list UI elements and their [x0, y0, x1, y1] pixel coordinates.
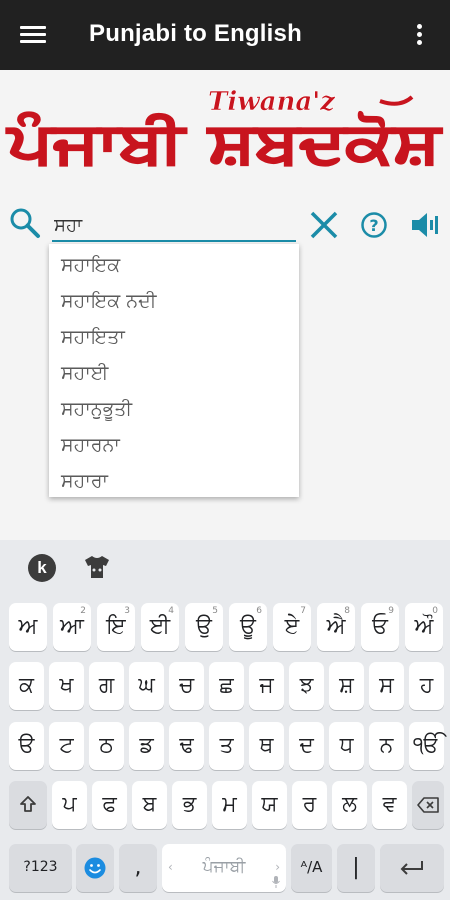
key[interactable]: ਯ [252, 781, 287, 829]
key[interactable]: ਕ [9, 662, 44, 710]
key[interactable]: 5ਉ [185, 603, 223, 651]
comma-key[interactable]: , [119, 844, 157, 892]
key[interactable]: ਰ [292, 781, 327, 829]
backspace-icon [417, 797, 439, 813]
space-bar-label: ਪੰਜਾਬੀ [202, 857, 246, 877]
svg-text:?: ? [369, 216, 378, 235]
key[interactable]: ਲ [332, 781, 367, 829]
key[interactable]: ਤ [209, 722, 244, 770]
suggestion-item[interactable]: ਸਹਾਰਨਾ [49, 427, 299, 463]
key[interactable]: ਡ [129, 722, 164, 770]
language-switch-key[interactable]: ᴬ/A [291, 844, 332, 892]
key[interactable]: ਚ [169, 662, 204, 710]
key[interactable]: 6ਊ [229, 603, 267, 651]
key[interactable]: ਅ [9, 603, 47, 651]
enter-key[interactable] [380, 844, 444, 892]
keyboard: k ਅ 2ਆ 3ਇ 4ਈ 5ਉ 6ਊ 7ਏ 8ਐ 9ਓ 0ਔ ਕ ਖ ਗ ਘ ਚ… [0, 540, 450, 900]
space-bar[interactable]: ‹ ਪੰਜਾਬੀ › [162, 844, 286, 892]
key[interactable]: 4ਈ [141, 603, 179, 651]
key[interactable]: ਗ [89, 662, 124, 710]
enter-icon [400, 861, 423, 875]
app-logo: Tiwana'z ਪੰਜਾਬੀ ਸ਼ਬਦਕੋਸ਼ [5, 87, 444, 177]
hamburger-menu-icon[interactable] [20, 26, 46, 46]
key[interactable]: ਠ [89, 722, 124, 770]
key[interactable]: ਸ [369, 662, 404, 710]
shift-key[interactable] [9, 781, 47, 829]
key[interactable]: ਬ [132, 781, 167, 829]
mic-icon [272, 876, 280, 888]
key[interactable]: 3ਇ [97, 603, 135, 651]
emoji-icon [84, 857, 106, 879]
emoji-key[interactable] [76, 844, 114, 892]
key[interactable]: ੴ [409, 722, 444, 770]
suggestion-item[interactable]: ਸਹਾਨੁਭੂਤੀ [49, 391, 299, 427]
key[interactable]: ਢ [169, 722, 204, 770]
key[interactable]: ਖ [49, 662, 84, 710]
key[interactable]: ਨ [369, 722, 404, 770]
app-bar: Punjabi to English [0, 0, 450, 70]
keyboard-logo-icon[interactable]: k [28, 554, 56, 582]
key[interactable]: ਪ [52, 781, 87, 829]
suggestion-item[interactable]: ਸਹਾਰਾ [49, 463, 299, 499]
key[interactable]: ਟ [49, 722, 84, 770]
key[interactable]: ਛ [209, 662, 244, 710]
speaker-icon[interactable] [410, 210, 442, 240]
suggestion-item[interactable]: ਸਹਾਈ [49, 355, 299, 391]
symbols-key[interactable]: ?123 [9, 844, 72, 892]
backspace-key[interactable] [412, 781, 444, 829]
keyboard-toolbar: k [0, 540, 450, 592]
suggestion-item[interactable]: ਸਹਾਇਤਾ [49, 319, 299, 355]
app-title: Punjabi to English [89, 20, 302, 47]
key[interactable]: ਝ [289, 662, 324, 710]
shift-icon [20, 796, 36, 812]
key[interactable]: ੳ [9, 722, 44, 770]
key[interactable]: ਵ [372, 781, 407, 829]
key[interactable]: ਭ [172, 781, 207, 829]
clear-icon[interactable] [307, 208, 341, 242]
suggestion-item[interactable]: ਸਹਾਇਕ [49, 247, 299, 283]
key[interactable]: ਸ਼ [329, 662, 364, 710]
key[interactable]: ਮ [212, 781, 247, 829]
key[interactable]: ਥ [249, 722, 284, 770]
key[interactable]: ਦ [289, 722, 324, 770]
suggestion-dropdown: ਸਹਾਇਕ ਸਹਾਇਕ ਨਦੀ ਸਹਾਇਤਾ ਸਹਾਈ ਸਹਾਨੁਭੂਤੀ ਸਹ… [49, 244, 299, 497]
key[interactable]: ਧ [329, 722, 364, 770]
more-vert-icon[interactable] [417, 24, 425, 48]
logo-main-text: ਪੰਜਾਬੀ ਸ਼ਬਦਕੋਸ਼ [5, 111, 443, 176]
help-icon[interactable]: ? [360, 211, 388, 239]
key[interactable]: ਫ [92, 781, 127, 829]
key[interactable]: 0ਔ [405, 603, 443, 651]
key[interactable]: 2ਆ [53, 603, 91, 651]
pipe-key[interactable]: | [337, 844, 375, 892]
key[interactable]: 7ਏ [273, 603, 311, 651]
key[interactable]: ਘ [129, 662, 164, 710]
search-input[interactable] [52, 210, 296, 242]
search-icon[interactable] [8, 206, 42, 240]
key[interactable]: ਹ [409, 662, 444, 710]
key[interactable]: 9ਓ [361, 603, 399, 651]
suggestion-item[interactable]: ਸਹਾਇਕ ਨਦੀ [49, 283, 299, 319]
tshirt-theme-icon[interactable] [83, 554, 111, 580]
key[interactable]: 8ਐ [317, 603, 355, 651]
key[interactable]: ਜ [249, 662, 284, 710]
logo-swoosh [379, 95, 414, 106]
